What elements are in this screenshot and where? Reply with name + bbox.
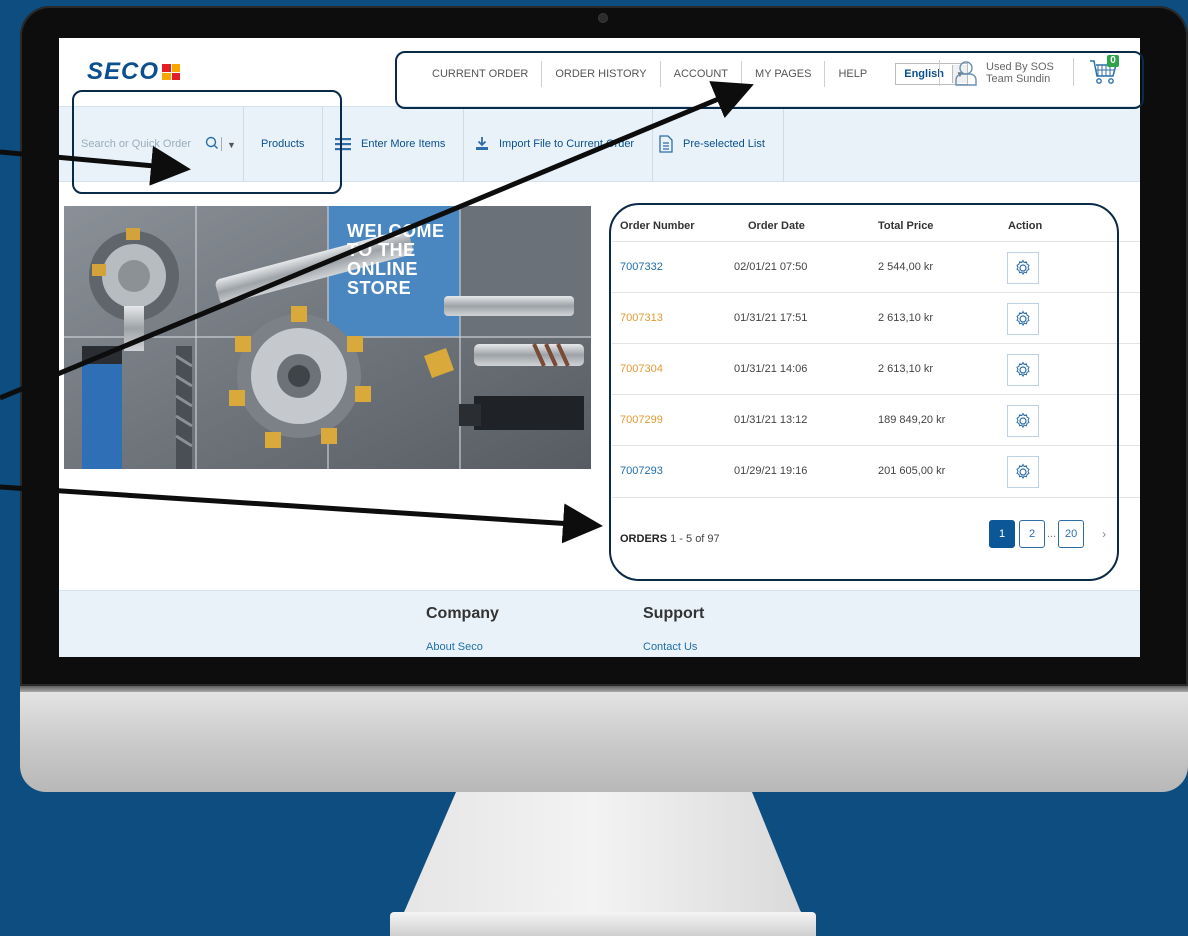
arrow-to-orders [0,484,603,544]
arrow-to-search [0,145,191,186]
annotation-arrows [0,81,754,544]
arrow-to-top-nav [0,81,754,401]
